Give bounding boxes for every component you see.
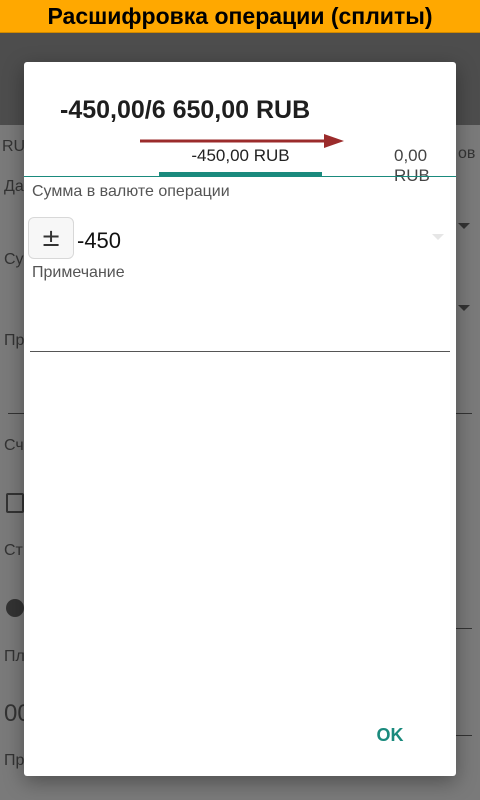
tab-underline [24,176,456,177]
amount-input[interactable]: -450 [77,228,121,254]
bg-divider [456,628,472,629]
note-field[interactable] [30,307,450,352]
sign-toggle-button[interactable]: ± [28,217,74,259]
bg-fragment-text: RU [2,138,26,155]
ok-button[interactable]: OK [364,722,416,748]
bg-fragment-text: ов [458,145,476,162]
bg-divider [456,413,472,414]
bg-fragment-text: Сч [4,437,24,454]
bg-fragment-text: Пл [4,648,25,665]
tab-split-1[interactable]: -450,00 RUB [159,146,322,166]
bg-divider [456,735,472,736]
amount-label: Сумма в валюте операции [32,183,230,200]
bg-minus-icon [6,599,24,617]
bg-fragment-text: Ст [4,542,23,559]
note-label: Примечание [32,264,125,281]
bg-fragment-text: Да [4,178,24,195]
dialog-title: -450,00/6 650,00 RUB [60,96,311,124]
bg-divider [8,413,24,414]
bg-card-icon [6,493,24,513]
bg-dropdown-icon [458,223,470,229]
bg-fragment-text: Пр [4,332,25,349]
tutorial-banner: Расшифровка операции (сплиты) [0,0,480,33]
bg-fragment-text: Пр [4,752,25,769]
bg-dropdown-icon [458,305,470,311]
banner-title: Расшифровка операции (сплиты) [47,2,433,29]
dropdown-icon [432,234,444,240]
split-dialog: -450,00/6 650,00 RUB -450,00 RUB 0,00 RU… [24,62,456,776]
tab-split-2[interactable]: 0,00 RUB [394,146,456,186]
bg-fragment-text: Су [4,251,24,268]
